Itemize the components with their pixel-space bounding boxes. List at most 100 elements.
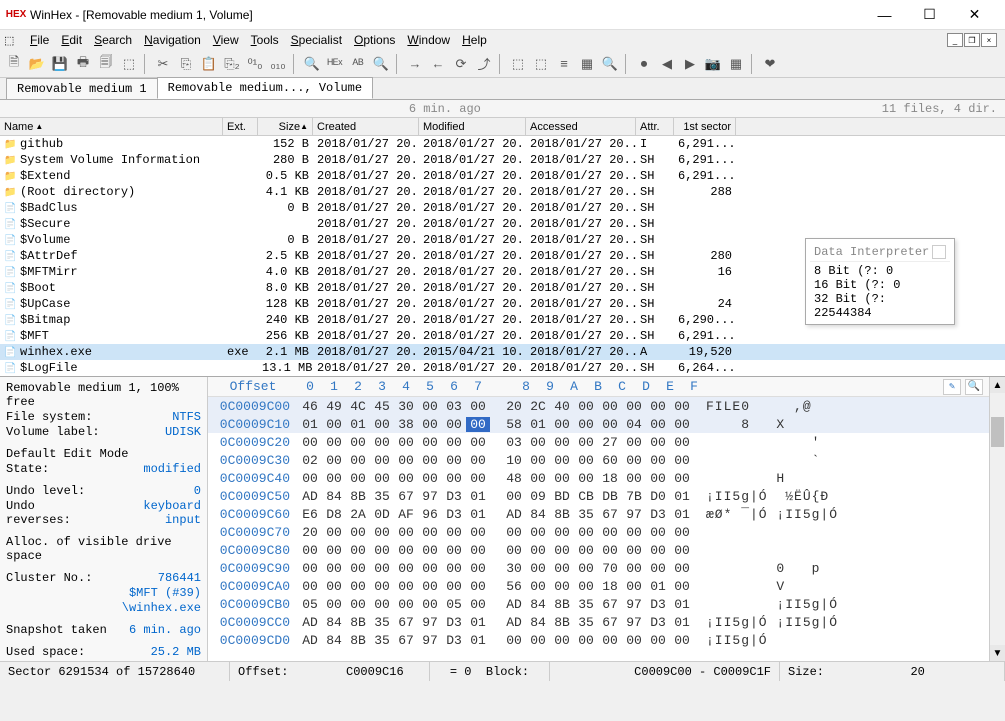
camera-button[interactable]: 📷 (703, 54, 723, 74)
binary-button[interactable]: ₀₁₀ (268, 54, 288, 74)
menu-edit[interactable]: Edit (55, 31, 88, 49)
hex-row[interactable]: 0C0009C702000000000000000000000000000000… (208, 523, 989, 541)
save-button[interactable]: 💾 (50, 54, 70, 74)
tool1-button[interactable]: ⬚ (508, 54, 528, 74)
hex-row[interactable]: 0C0009C60E6D82A0DAF96D301AD848B356797D30… (208, 505, 989, 523)
file-icon (4, 313, 18, 327)
hex-row[interactable]: 0C0009CC0AD848B356797D301AD848B356797D30… (208, 613, 989, 631)
hex-row[interactable]: 0C0009CA00000000000000000560000001800010… (208, 577, 989, 595)
close-button[interactable]: ✕ (952, 1, 997, 29)
menu-tools[interactable]: Tools (245, 31, 285, 49)
file-icon (4, 361, 18, 375)
menu-search[interactable]: Search (88, 31, 138, 49)
menu-options[interactable]: Options (348, 31, 401, 49)
interp-close-button[interactable] (932, 245, 946, 259)
cut-button[interactable]: ✂ (153, 54, 173, 74)
col-sector[interactable]: 1st sector (674, 118, 736, 135)
file-row[interactable]: $Secure2018/01/27 20...2018/01/27 20...2… (0, 216, 1005, 232)
tool3-button[interactable]: ≡ (554, 54, 574, 74)
scroll-up-button[interactable]: ▲ (990, 377, 1005, 393)
folder-icon (4, 153, 18, 167)
tool2-button[interactable]: ⬚ (531, 54, 551, 74)
hex-editor[interactable]: Offset 0123456789ABCDEF ✎ 🔍 0C0009C00464… (208, 377, 989, 661)
record-button[interactable]: ⏺ (634, 54, 654, 74)
infobar-center: 6 min. ago (8, 102, 882, 116)
find-button[interactable]: 🔍 (302, 54, 322, 74)
new-button[interactable]: 🗎 (4, 54, 24, 74)
col-name[interactable]: Name ▲ (0, 118, 223, 135)
hex-row[interactable]: 0C0009C800000000000000000000000000000000… (208, 541, 989, 559)
hex-row[interactable]: 0C0009CD0AD848B356797D301000000000000000… (208, 631, 989, 649)
hex-row[interactable]: 0C0009C400000000000000000480000001800000… (208, 469, 989, 487)
mdi-close-button[interactable]: × (981, 33, 997, 47)
file-row[interactable]: System Volume Information280 B2018/01/27… (0, 152, 1005, 168)
col-ext[interactable]: Ext. (223, 118, 258, 135)
hex-pencil-button[interactable]: ✎ (943, 379, 961, 395)
titlebar: HEX WinHex - [Removable medium 1, Volume… (0, 0, 1005, 30)
print-button[interactable]: 🖶 (73, 54, 93, 74)
tab-1[interactable]: Removable medium..., Volume (157, 77, 373, 99)
help-button[interactable]: ❤ (760, 54, 780, 74)
paste-hex-button[interactable]: ⁰¹₀ (245, 54, 265, 74)
scroll-down-button[interactable]: ▼ (990, 645, 1005, 661)
menu-file[interactable]: File (24, 31, 55, 49)
mdi-restore-button[interactable]: ❐ (964, 33, 980, 47)
tab-0[interactable]: Removable medium 1 (6, 78, 158, 99)
app-icon: HEX (8, 7, 24, 23)
prev-button[interactable]: ◀ (657, 54, 677, 74)
menu-view[interactable]: View (207, 31, 245, 49)
copy-button[interactable]: ⎘ (176, 54, 196, 74)
maximize-button[interactable]: ☐ (907, 1, 952, 29)
hex-row[interactable]: 0C0009CB00500000000000500AD848B356797D30… (208, 595, 989, 613)
col-modified[interactable]: Modified (419, 118, 526, 135)
disk-button[interactable]: ⬚ (119, 54, 139, 74)
grid-button[interactable]: ▦ (726, 54, 746, 74)
file-row[interactable]: winhex.exeexe2.1 MB2018/01/27 20...2015/… (0, 344, 1005, 360)
find-text-button[interactable]: ᴬᴮ (348, 54, 368, 74)
folder-icon (4, 169, 18, 183)
file-row[interactable]: (Root directory)4.1 KB2018/01/27 20...20… (0, 184, 1005, 200)
open-button[interactable]: 📂 (27, 54, 47, 74)
file-row[interactable]: $BadClus0 B2018/01/27 20...2018/01/27 20… (0, 200, 1005, 216)
col-created[interactable]: Created (313, 118, 419, 135)
folder-icon (4, 185, 18, 199)
file-row[interactable]: $Extend0.5 KB2018/01/27 20...2018/01/27 … (0, 168, 1005, 184)
tool5-button[interactable]: 🔍 (600, 54, 620, 74)
hex-row[interactable]: 0C0009C50AD848B356797D3010009BDCBDB7BD00… (208, 487, 989, 505)
data-interpreter-window[interactable]: Data Interpreter 8 Bit (?: 0 16 Bit (?: … (805, 238, 955, 325)
col-attr[interactable]: Attr. (636, 118, 674, 135)
forward-button[interactable]: ⟳ (451, 54, 471, 74)
menu-window[interactable]: Window (401, 31, 456, 49)
file-row[interactable]: github152 B2018/01/27 20...2018/01/27 20… (0, 136, 1005, 152)
file-row[interactable]: $MFT256 KB2018/01/27 20...2018/01/27 20.… (0, 328, 1005, 344)
hex-row[interactable]: 0C0009C100100010038000000580100000004000… (208, 415, 989, 433)
minimize-button[interactable]: — (862, 1, 907, 29)
find-hex-button[interactable]: ᴴᴱˣ (325, 54, 345, 74)
back-button[interactable]: ← (428, 54, 448, 74)
folder-icon (4, 137, 18, 151)
hex-row[interactable]: 0C0009C300200000000000000100000006000000… (208, 451, 989, 469)
hex-search-button[interactable]: 🔍 (965, 379, 983, 395)
mdi-minimize-button[interactable]: _ (947, 33, 963, 47)
goto-button[interactable]: → (405, 54, 425, 74)
hex-row[interactable]: 0C0009C900000000000000000300000007000000… (208, 559, 989, 577)
hex-scrollbar[interactable]: ▲ ▼ (989, 377, 1005, 661)
file-row[interactable]: $LogFile13.1 MB2018/01/27 20...2018/01/2… (0, 360, 1005, 376)
menu-navigation[interactable]: Navigation (138, 31, 207, 49)
menu-help[interactable]: Help (456, 31, 493, 49)
scroll-thumb[interactable] (991, 417, 1004, 447)
app-small-icon: ⬚ (4, 34, 22, 47)
tool4-button[interactable]: ▦ (577, 54, 597, 74)
properties-button[interactable]: 🗐 (96, 54, 116, 74)
hex-row[interactable]: 0C0009C200000000000000000030000002700000… (208, 433, 989, 451)
hex-row[interactable]: 0C0009C0046494C4530000300202C40000000000… (208, 397, 989, 415)
menu-specialist[interactable]: Specialist (285, 31, 348, 49)
col-size[interactable]: Size▲ (258, 118, 313, 135)
paste-button[interactable]: 📋 (199, 54, 219, 74)
next-button[interactable]: ▶ (680, 54, 700, 74)
file-icon (4, 329, 18, 343)
col-accessed[interactable]: Accessed (526, 118, 636, 135)
jump-button[interactable]: ⤴ (474, 54, 494, 74)
find-again-button[interactable]: 🔍 (371, 54, 391, 74)
copy-hex-button[interactable]: ⎘₂ (222, 54, 242, 74)
